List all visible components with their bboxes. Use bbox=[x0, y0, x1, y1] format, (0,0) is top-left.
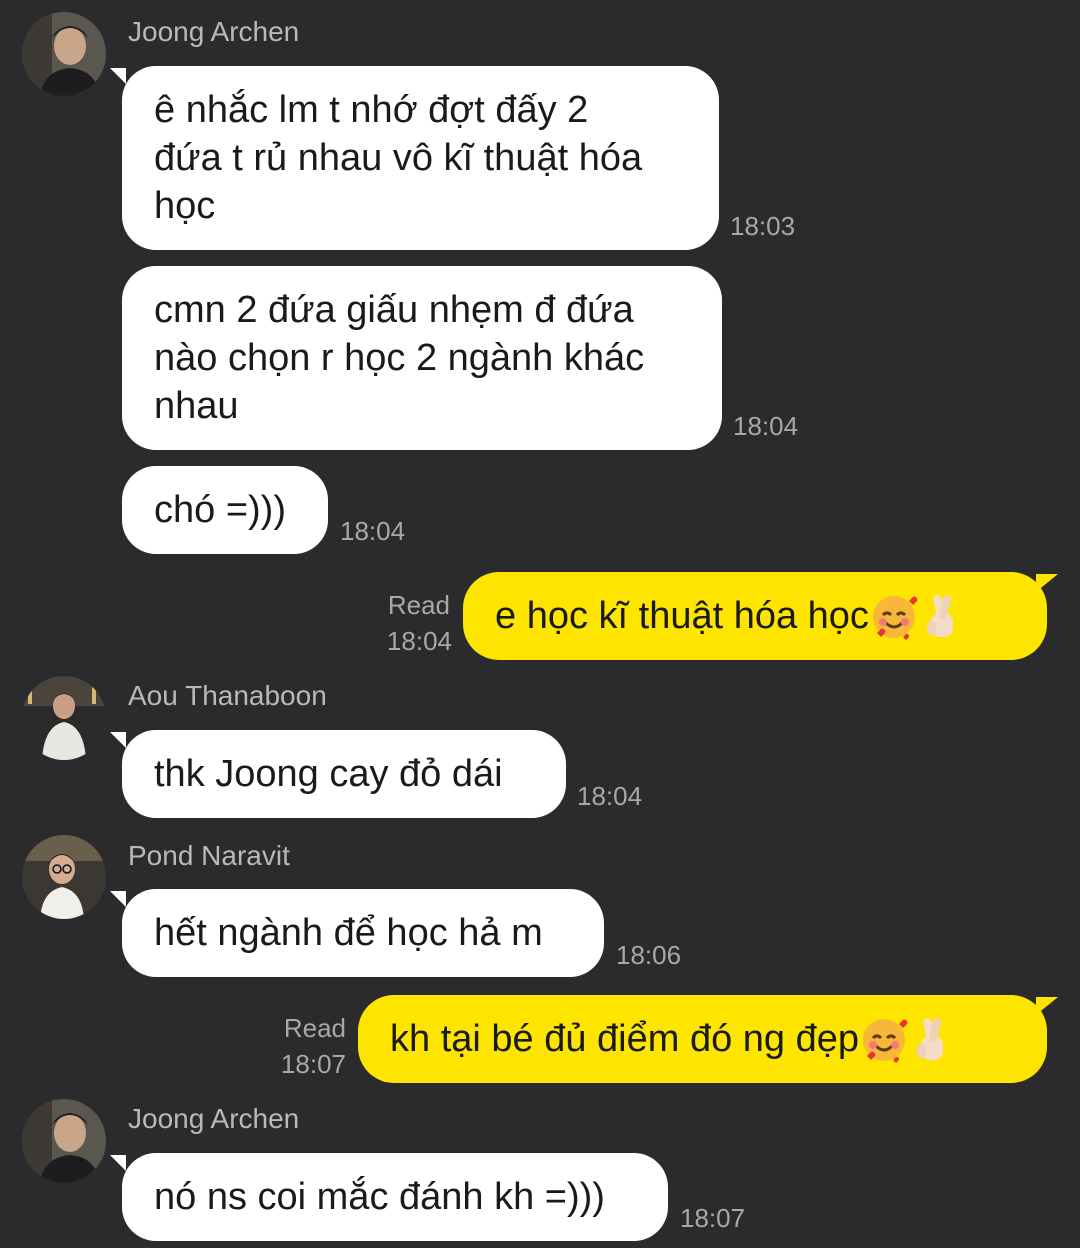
message-text: hết ngành để học hả m bbox=[154, 912, 543, 954]
bubble-tail bbox=[110, 68, 126, 84]
message-bubble[interactable]: thk Joong cay đỏ dái bbox=[122, 730, 566, 818]
message-text: nó ns coi mắc đánh kh =))) bbox=[154, 1176, 605, 1218]
message-time: 18:04 bbox=[577, 781, 643, 811]
message-bubble[interactable]: ê nhắc lm t nhớ đợt đấy 2 đứa t rủ nhau … bbox=[122, 66, 719, 250]
avatar-joong-archen[interactable] bbox=[22, 1099, 106, 1183]
message-time: 18:04 bbox=[340, 516, 406, 546]
message-text: ê nhắc lm t nhớ đợt đấy 2 đứa t rủ nhau … bbox=[154, 89, 643, 227]
avatar-image bbox=[22, 835, 106, 919]
message-text: e học kĩ thuật hóa học bbox=[495, 595, 869, 637]
crossed-fingers-icon bbox=[926, 595, 953, 637]
message-bubble[interactable]: cmn 2 đứa giấu nhẹm đ đứa nào chọn r học… bbox=[122, 266, 722, 450]
message-text: cmn 2 đứa giấu nhẹm đ đứa nào chọn r học… bbox=[154, 289, 645, 427]
avatar-aou-thanaboon[interactable] bbox=[22, 676, 106, 760]
message-time: 18:07 bbox=[280, 1049, 346, 1079]
message-time: 18:03 bbox=[730, 211, 796, 241]
message-bubble[interactable]: chó =))) bbox=[122, 466, 328, 554]
smiling-face-with-hearts-icon bbox=[863, 1019, 908, 1063]
message-bubble[interactable]: hết ngành để học hả m bbox=[122, 889, 604, 977]
message-time: 18:07 bbox=[680, 1203, 746, 1233]
message-time: 18:04 bbox=[386, 626, 452, 656]
sender-name: Joong Archen bbox=[128, 1103, 300, 1134]
avatar-pond-naravit[interactable] bbox=[22, 835, 106, 919]
avatar-image bbox=[22, 1099, 106, 1183]
message-bubble[interactable]: nó ns coi mắc đánh kh =))) bbox=[122, 1153, 668, 1241]
bubble-tail bbox=[110, 1155, 126, 1171]
message-bubble[interactable]: e học kĩ thuật hóa học bbox=[463, 572, 1047, 660]
bubble-tail bbox=[110, 891, 126, 907]
message-bubble[interactable]: kh tại bé đủ điểm đó ng đẹp bbox=[358, 995, 1047, 1083]
message-time: 18:04 bbox=[733, 411, 799, 441]
message-text: thk Joong cay đỏ dái bbox=[154, 753, 503, 795]
smiling-face-with-hearts-icon bbox=[872, 596, 918, 640]
message-text: chó =))) bbox=[154, 489, 286, 531]
avatar-image bbox=[22, 676, 106, 760]
crossed-fingers-icon bbox=[917, 1018, 944, 1060]
message-text: kh tại bé đủ điểm đó ng đẹp bbox=[390, 1018, 860, 1060]
avatar-joong-archen[interactable] bbox=[22, 12, 106, 96]
message-time: 18:06 bbox=[616, 940, 682, 970]
sender-name: Aou Thanaboon bbox=[128, 680, 327, 711]
read-status: Read bbox=[387, 590, 450, 620]
sender-name: Joong Archen bbox=[128, 16, 300, 47]
avatar-image bbox=[22, 12, 106, 96]
bubble-tail bbox=[110, 732, 126, 748]
read-status: Read bbox=[283, 1013, 346, 1043]
sender-name: Pond Naravit bbox=[128, 840, 290, 871]
